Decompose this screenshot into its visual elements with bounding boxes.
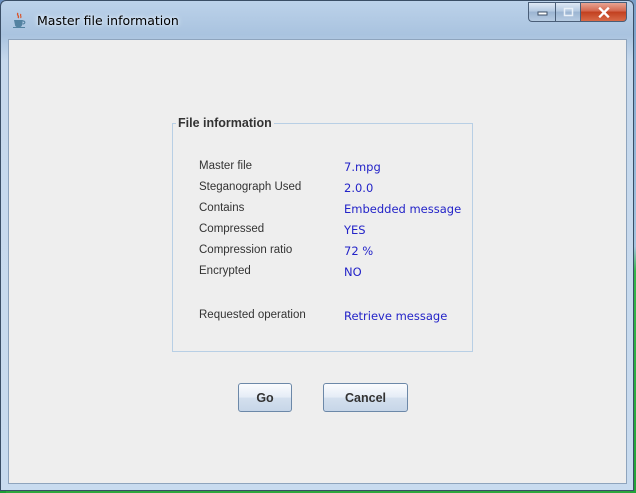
maximize-icon: [563, 7, 573, 17]
requested-operation-value: Retrieve message: [344, 309, 448, 323]
java-cup-icon: [11, 12, 27, 28]
master-file-value: 7.mpg: [344, 160, 381, 174]
contains-label: Contains: [199, 202, 245, 214]
steganograph-used-label: Steganograph Used: [199, 181, 302, 193]
cancel-button[interactable]: Cancel: [323, 383, 408, 412]
encrypted-label: Encrypted: [199, 265, 251, 277]
encrypted-value: NO: [344, 265, 362, 279]
go-button[interactable]: Go: [238, 383, 292, 412]
compressed-label: Compressed: [199, 223, 265, 235]
steganograph-used-value: 2.0.0: [344, 181, 374, 195]
window-title: Master file information: [37, 13, 179, 28]
window-controls: [528, 2, 627, 22]
close-icon: [597, 6, 610, 18]
file-information-legend: File information: [178, 116, 272, 130]
compression-ratio-label: Compression ratio: [199, 244, 293, 256]
dialog-content: File information Master file 7.mpg Stega…: [8, 39, 627, 484]
requested-operation-label: Requested operation: [199, 309, 306, 321]
dialog-window: Master file information File information: [0, 0, 634, 491]
minimize-icon: [537, 11, 547, 16]
contains-value: Embedded message: [344, 202, 462, 216]
minimize-button[interactable]: [528, 2, 555, 22]
title-bar[interactable]: Master file information: [1, 1, 633, 39]
close-button[interactable]: [581, 2, 627, 22]
compression-ratio-value: 72 %: [344, 244, 374, 258]
master-file-label: Master file: [199, 160, 253, 172]
maximize-button[interactable]: [555, 2, 581, 22]
compressed-value: YES: [344, 223, 366, 237]
